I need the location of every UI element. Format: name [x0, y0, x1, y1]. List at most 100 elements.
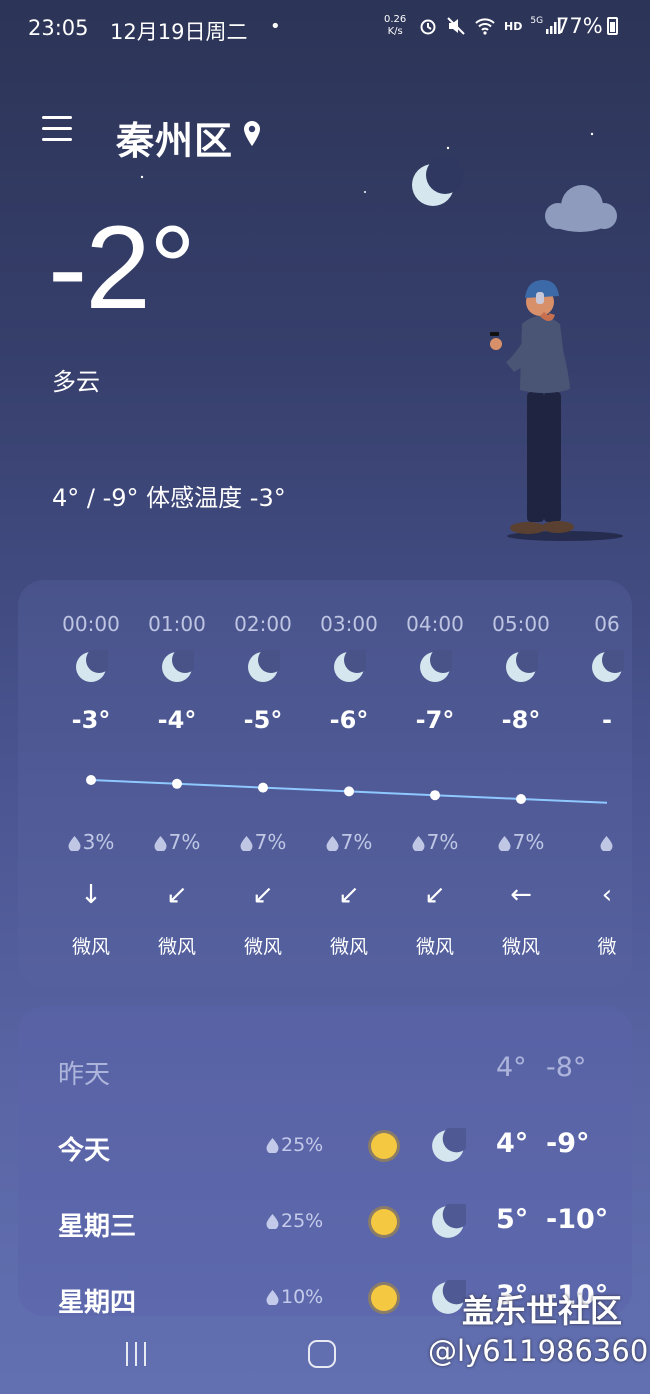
notification-dot: • [270, 16, 281, 37]
moon-icon [134, 647, 220, 688]
wifi-icon [475, 18, 495, 35]
star-icon [590, 132, 594, 136]
hour-precipitation: 7% [134, 830, 220, 854]
wind-direction-icon: ↙ [338, 880, 360, 910]
day-high: 4° [496, 1052, 527, 1083]
menu-bar [42, 127, 72, 130]
hour-time: 00:00 [62, 612, 120, 636]
wind-direction-icon: ← [510, 880, 532, 910]
hour-precipitation [564, 830, 632, 854]
daily-forecast-card[interactable]: 昨天 4° -8° 今天 25% 4° -9° 星期三 25% 5° -10° 星期四 10% 3° -10… [18, 1006, 632, 1316]
recents-bar [135, 1342, 137, 1366]
moon-icon [430, 1124, 471, 1168]
hour-temp-point [516, 794, 526, 804]
recents-bar [126, 1342, 128, 1366]
hour-precipitation: 7% [392, 830, 478, 854]
navigation-bar [0, 1318, 650, 1394]
net-speed-value: 0.26 [384, 14, 407, 25]
star-icon [364, 191, 366, 193]
precipitation-value: 25% [281, 1134, 324, 1156]
sun-icon [366, 1204, 402, 1244]
net-speed: 0.26 K/s [384, 14, 406, 38]
wind-direction-icon: ↙ [424, 880, 446, 910]
hour-precipitation: 3% [48, 830, 134, 854]
status-date: 12月19日周二 [110, 20, 248, 44]
hour-wind: 微风 [71, 936, 110, 958]
hour-precipitation: 7% [220, 830, 306, 854]
net-speed-unit: K/s [387, 26, 403, 37]
day-precipitation: 25% [266, 1134, 323, 1156]
day-low: -10° [546, 1204, 609, 1235]
wind-direction-icon: ↙ [252, 880, 274, 910]
hourly-forecast-card[interactable]: 00:00 -3° 3% ↓ 微风 01:00 -4° 7% ↙ 微风 02:00 -5° 7% ↙ 微风 0… [18, 580, 632, 988]
battery: 77% [556, 14, 618, 38]
day-precipitation: 25% [266, 1210, 323, 1232]
wind-direction-icon: ↙ [166, 880, 188, 910]
home-button[interactable] [308, 1340, 336, 1368]
hi-lo-feels-like: 4° / -9° 体感温度 -3° [52, 484, 286, 512]
daily-row[interactable]: 今天 25% 4° -9° [18, 1118, 632, 1178]
sun-icon [366, 1128, 402, 1168]
wind-direction-icon: ‹ [601, 880, 613, 910]
day-name: 昨天 [58, 1060, 111, 1090]
hour-temp-point [172, 778, 182, 789]
network-label: HD [504, 19, 523, 33]
precipitation-value: 3% [82, 830, 115, 854]
precipitation-value: 7% [340, 830, 373, 854]
day-low: -8° [546, 1052, 587, 1083]
day-name: 星期四 [58, 1288, 137, 1316]
cloud-icon [545, 185, 617, 232]
hour-precipitation: 7% [478, 830, 564, 854]
day-name: 今天 [58, 1136, 111, 1166]
hour-precipitation: 7% [306, 830, 392, 854]
status-bar: 23:05 12月19日周二 • 0.26 K/s HD 5G 77% [0, 0, 650, 62]
sun-icon [366, 1280, 402, 1316]
hour-temperature: -8° [501, 706, 541, 734]
hour-time: 01:00 [148, 612, 206, 636]
hour-time: 05:00 [492, 612, 550, 636]
person-figure [490, 280, 623, 541]
precipitation-value: 7% [512, 830, 545, 854]
precipitation-value: 7% [426, 830, 459, 854]
precipitation-value: 25% [281, 1210, 324, 1232]
moon-icon [478, 647, 564, 688]
moon-icon [48, 647, 134, 688]
moon-icon [306, 647, 392, 688]
moon-icon [392, 647, 478, 688]
day-low: -9° [546, 1128, 590, 1159]
hourly-temperature-chart [86, 775, 608, 804]
alarm-icon [420, 19, 436, 35]
hour-temp-point [344, 786, 354, 797]
precipitation-value: 7% [168, 830, 201, 854]
hour-wind: 微风 [157, 936, 196, 958]
day-precipitation: 10% [266, 1286, 323, 1308]
battery-icon [606, 17, 618, 35]
menu-button[interactable] [42, 116, 72, 146]
recents-button[interactable] [126, 1342, 146, 1366]
hour-wind: 微 [597, 936, 617, 958]
hour-temperature: -3° [71, 706, 111, 734]
moon-icon [564, 647, 632, 688]
daily-row[interactable]: 星期三 25% 5° -10° [18, 1194, 632, 1254]
status-time: 23:05 [28, 16, 89, 40]
moon-icon [430, 1276, 471, 1316]
moon-icon [220, 647, 306, 688]
hour-time: 03:00 [320, 612, 378, 636]
hour-wind: 微风 [243, 936, 282, 958]
hour-temperature: - [602, 706, 612, 734]
wind-direction-icon: ↓ [80, 880, 102, 910]
moon-icon [430, 1200, 471, 1244]
daily-row[interactable]: 昨天 4° -8° [18, 1042, 632, 1102]
recents-bar [144, 1342, 146, 1366]
hour-temp-point [430, 790, 440, 801]
day-high: 4° [496, 1128, 529, 1159]
menu-bar [42, 116, 72, 119]
hour-time: 02:00 [234, 612, 292, 636]
star-icon [446, 146, 450, 150]
hour-wind: 微风 [501, 936, 540, 958]
hour-temperature: -7° [415, 706, 455, 734]
hour-wind: 微风 [415, 936, 454, 958]
battery-percent: 77% [556, 14, 603, 38]
day-high: 5° [496, 1204, 529, 1235]
hour-temperature: -4° [157, 706, 197, 734]
